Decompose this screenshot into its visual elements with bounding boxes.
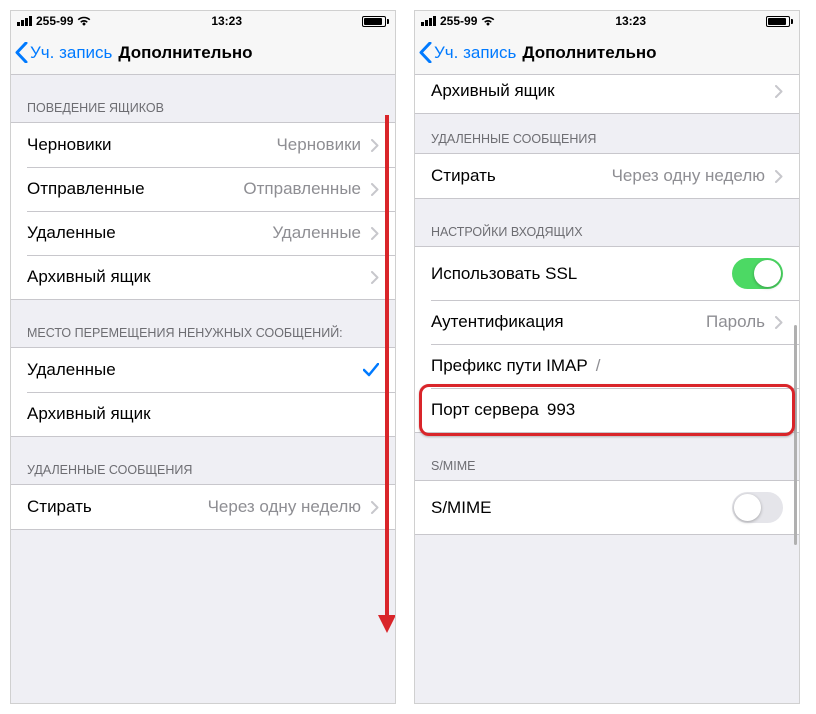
header-deleted-msgs: УДАЛЕННЫЕ СООБЩЕНИЯ <box>415 114 799 153</box>
scrollbar[interactable] <box>794 325 797 545</box>
status-right <box>362 16 389 27</box>
row-archive[interactable]: Архивный ящик <box>11 255 395 299</box>
label-imap-prefix: Префикс пути IMAP <box>431 356 588 376</box>
label-erase: Стирать <box>431 166 496 186</box>
chevron-right-icon <box>371 501 379 514</box>
label-ssl: Использовать SSL <box>431 264 577 284</box>
group-behavior-tail: Архивный ящик <box>415 75 799 114</box>
header-incoming: НАСТРОЙКИ ВХОДЯЩИХ <box>415 199 799 246</box>
row-move-archive[interactable]: Архивный ящик <box>11 392 395 436</box>
nav-title: Дополнительно <box>118 43 252 63</box>
status-left: 255-99 <box>17 14 91 28</box>
nav-bar: Уч. запись Дополнительно <box>415 31 799 75</box>
row-erase[interactable]: Стирать Через одну неделю <box>11 485 395 529</box>
label-port: Порт сервера <box>431 400 539 420</box>
value-imap-prefix: / <box>596 356 601 376</box>
chevron-right-icon <box>371 227 379 240</box>
group-smime: S/MIME <box>415 480 799 535</box>
group-behavior: Черновики Черновики Отправленные Отправл… <box>11 122 395 300</box>
phone-right: 255-99 13:23 Уч. запись Дополнительно Ар… <box>414 10 800 704</box>
value-auth: Пароль <box>706 312 765 332</box>
value-drafts: Черновики <box>276 135 361 155</box>
label-sent: Отправленные <box>27 179 145 199</box>
label-archive: Архивный ящик <box>431 81 555 101</box>
carrier-label: 255-99 <box>440 14 477 28</box>
carrier-label: 255-99 <box>36 14 73 28</box>
label-drafts: Черновики <box>27 135 112 155</box>
nav-bar: Уч. запись Дополнительно <box>11 31 395 75</box>
battery-icon <box>362 16 389 27</box>
label-move-deleted: Удаленные <box>27 360 116 380</box>
row-archive[interactable]: Архивный ящик <box>415 75 799 113</box>
value-sent: Отправленные <box>243 179 361 199</box>
row-auth[interactable]: Аутентификация Пароль <box>415 300 799 344</box>
wifi-icon <box>481 16 495 26</box>
status-time: 13:23 <box>211 14 242 28</box>
row-port[interactable]: Порт сервера 993 <box>415 388 799 432</box>
group-move: Удаленные Архивный ящик <box>11 347 395 437</box>
signal-icon <box>421 16 436 26</box>
chevron-right-icon <box>775 85 783 98</box>
row-ssl[interactable]: Использовать SSL <box>415 247 799 300</box>
value-port: 993 <box>547 400 575 420</box>
wifi-icon <box>77 16 91 26</box>
signal-icon <box>17 16 32 26</box>
header-smime: S/MIME <box>415 433 799 480</box>
group-incoming: Использовать SSL Аутентификация Пароль П… <box>415 246 799 433</box>
label-move-archive: Архивный ящик <box>27 404 151 424</box>
header-move: МЕСТО ПЕРЕМЕЩЕНИЯ НЕНУЖНЫХ СООБЩЕНИЙ: <box>11 300 395 347</box>
content-right[interactable]: Архивный ящик УДАЛЕННЫЕ СООБЩЕНИЯ Стират… <box>415 75 799 703</box>
toggle-ssl[interactable] <box>732 258 783 289</box>
chevron-right-icon <box>775 316 783 329</box>
label-erase: Стирать <box>27 497 92 517</box>
nav-title: Дополнительно <box>522 43 656 63</box>
status-bar: 255-99 13:23 <box>415 11 799 31</box>
label-smime: S/MIME <box>431 498 491 518</box>
back-label: Уч. запись <box>30 43 112 63</box>
phone-left: 255-99 13:23 Уч. запись Дополнительно ПО… <box>10 10 396 704</box>
back-button[interactable]: Уч. запись <box>415 42 516 63</box>
chevron-left-icon <box>15 42 28 63</box>
group-deleted-msgs: Стирать Через одну неделю <box>11 484 395 530</box>
value-erase: Через одну неделю <box>208 497 361 517</box>
status-time: 13:23 <box>615 14 646 28</box>
battery-icon <box>766 16 793 27</box>
value-erase: Через одну неделю <box>612 166 765 186</box>
back-button[interactable]: Уч. запись <box>11 42 112 63</box>
checkmark-icon <box>363 363 379 377</box>
chevron-right-icon <box>371 183 379 196</box>
row-move-deleted[interactable]: Удаленные <box>11 348 395 392</box>
status-left: 255-99 <box>421 14 495 28</box>
row-smime[interactable]: S/MIME <box>415 481 799 534</box>
header-deleted-msgs: УДАЛЕННЫЕ СООБЩЕНИЯ <box>11 437 395 484</box>
row-imap-prefix[interactable]: Префикс пути IMAP / <box>415 344 799 388</box>
label-deleted: Удаленные <box>27 223 116 243</box>
row-deleted[interactable]: Удаленные Удаленные <box>11 211 395 255</box>
status-bar: 255-99 13:23 <box>11 11 395 31</box>
content-left[interactable]: ПОВЕДЕНИЕ ЯЩИКОВ Черновики Черновики Отп… <box>11 75 395 703</box>
row-drafts[interactable]: Черновики Черновики <box>11 123 395 167</box>
value-deleted: Удаленные <box>272 223 361 243</box>
chevron-right-icon <box>775 170 783 183</box>
toggle-smime[interactable] <box>732 492 783 523</box>
back-label: Уч. запись <box>434 43 516 63</box>
row-sent[interactable]: Отправленные Отправленные <box>11 167 395 211</box>
label-auth: Аутентификация <box>431 312 564 332</box>
chevron-right-icon <box>371 271 379 284</box>
header-behavior: ПОВЕДЕНИЕ ЯЩИКОВ <box>11 75 395 122</box>
label-archive: Архивный ящик <box>27 267 151 287</box>
status-right <box>766 16 793 27</box>
chevron-left-icon <box>419 42 432 63</box>
chevron-right-icon <box>371 139 379 152</box>
group-deleted-msgs: Стирать Через одну неделю <box>415 153 799 199</box>
row-erase[interactable]: Стирать Через одну неделю <box>415 154 799 198</box>
